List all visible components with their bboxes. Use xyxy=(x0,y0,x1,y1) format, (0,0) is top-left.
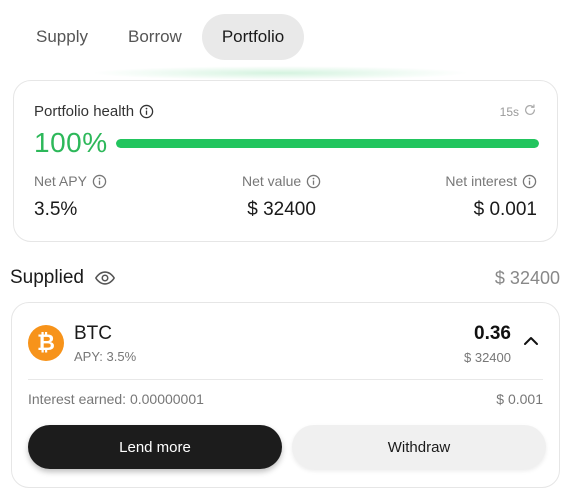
info-icon[interactable] xyxy=(139,104,154,119)
net-interest-value: $ 0.001 xyxy=(473,199,537,220)
net-apy-stat: Net APY 3.5% xyxy=(34,173,107,221)
info-icon[interactable] xyxy=(522,174,537,189)
tab-borrow[interactable]: Borrow xyxy=(108,14,202,60)
health-bar-fill xyxy=(116,139,539,148)
net-interest-stat: Net interest $ 0.001 xyxy=(445,173,537,221)
health-bar xyxy=(116,139,539,148)
divider xyxy=(28,379,543,380)
refresh-control[interactable]: 15s xyxy=(500,103,537,120)
net-apy-label: Net APY xyxy=(34,173,87,189)
chevron-up-icon[interactable] xyxy=(521,331,541,351)
lend-more-button[interactable]: Lend more xyxy=(28,425,282,469)
supplied-title: Supplied xyxy=(10,267,84,288)
asset-amount: 0.36 xyxy=(474,323,511,344)
asset-name: BTC xyxy=(74,323,112,344)
portfolio-health-title: Portfolio health xyxy=(34,103,135,120)
tab-portfolio[interactable]: Portfolio xyxy=(201,14,305,60)
net-interest-label: Net interest xyxy=(445,173,517,189)
net-value-stat: Net value $ 32400 xyxy=(242,173,321,221)
asset-card-btc: ₿ BTC APY: 3.5% 0.36 $ 32400 Interest ea… xyxy=(11,302,560,488)
interest-earned-label: Interest earned: 0.00000001 xyxy=(28,391,204,407)
refresh-icon xyxy=(519,103,537,120)
portfolio-health-card: Portfolio health 15s 100% Net APY 3.5% N… xyxy=(13,80,558,242)
tab-supply[interactable]: Supply xyxy=(16,14,108,60)
info-icon[interactable] xyxy=(306,174,321,189)
tab-bar: Supply Borrow Portfolio xyxy=(16,14,305,60)
interest-earned-value: $ 0.001 xyxy=(496,391,543,407)
net-value-value: $ 32400 xyxy=(247,199,316,220)
supplied-header: Supplied $ 32400 xyxy=(10,264,560,292)
asset-usd-value: $ 32400 xyxy=(464,350,511,365)
health-percent: 100% xyxy=(34,127,108,158)
bitcoin-icon: ₿ xyxy=(28,325,64,361)
eye-icon[interactable] xyxy=(94,267,116,289)
info-icon[interactable] xyxy=(92,174,107,189)
net-value-label: Net value xyxy=(242,173,302,189)
net-apy-value: 3.5% xyxy=(34,199,78,220)
asset-apy: APY: 3.5% xyxy=(74,349,137,364)
portfolio-health-header: Portfolio health xyxy=(34,103,154,120)
withdraw-button[interactable]: Withdraw xyxy=(292,425,546,469)
supplied-total: $ 32400 xyxy=(494,267,560,288)
decorative-glow xyxy=(90,66,470,80)
refresh-interval: 15s xyxy=(499,104,519,119)
